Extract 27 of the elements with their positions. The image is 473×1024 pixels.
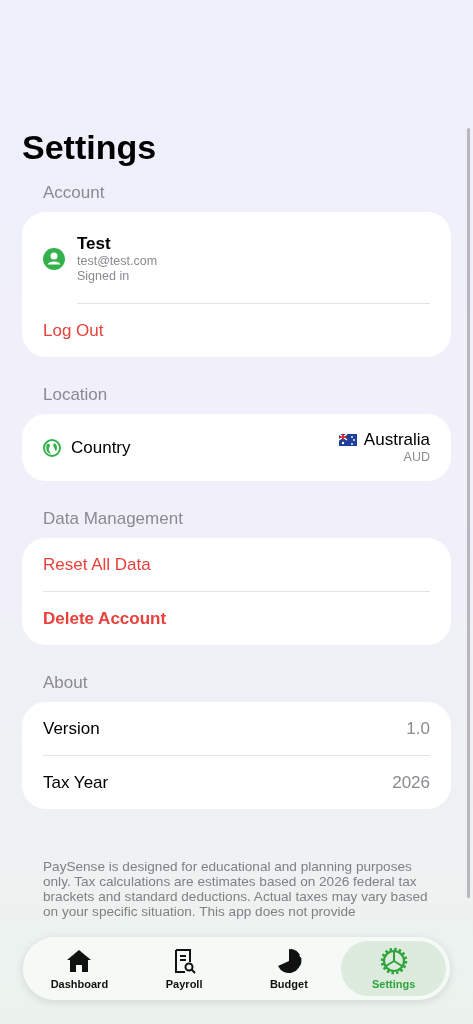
tab[interactable]: Budget xyxy=(236,941,342,996)
section-header: Location xyxy=(43,385,109,405)
settings-icon xyxy=(379,947,408,975)
disclaimer-text: PaySense is designed for educational and planning purposes only. Tax calculations are estimates based on 2026 federal tax brackets and standard deductions. Actual taxes may vary based on your specific situation. This app does not provide xyxy=(43,859,429,919)
row-value: 1.0 xyxy=(406,718,430,739)
tab[interactable]: Dashboard xyxy=(27,941,132,996)
flag-icon xyxy=(338,434,357,446)
action-link[interactable]: Reset All Data xyxy=(43,554,151,575)
tab[interactable]: Payroll xyxy=(131,941,237,996)
section-header: Data Management xyxy=(43,509,184,529)
user-name: Test xyxy=(77,233,112,254)
page-title: Settings xyxy=(22,128,158,167)
tab[interactable]: Settings xyxy=(341,941,446,996)
row-label: Version xyxy=(43,718,100,739)
row-label: Country xyxy=(71,437,131,458)
country-value: Australia xyxy=(363,430,430,450)
globe-icon xyxy=(43,438,61,457)
section-header: Account xyxy=(43,183,106,203)
sign-in-status: Signed in xyxy=(77,268,131,284)
row-value: 2026 xyxy=(392,772,430,793)
user-email: test@test.com xyxy=(77,253,158,269)
person-icon xyxy=(43,247,65,270)
section-header: About xyxy=(43,673,89,693)
action-link[interactable]: Delete Account xyxy=(43,608,167,629)
currency-code: AUD xyxy=(403,450,430,465)
row-label: Tax Year xyxy=(43,772,109,793)
action-link[interactable]: Log Out xyxy=(43,320,104,341)
